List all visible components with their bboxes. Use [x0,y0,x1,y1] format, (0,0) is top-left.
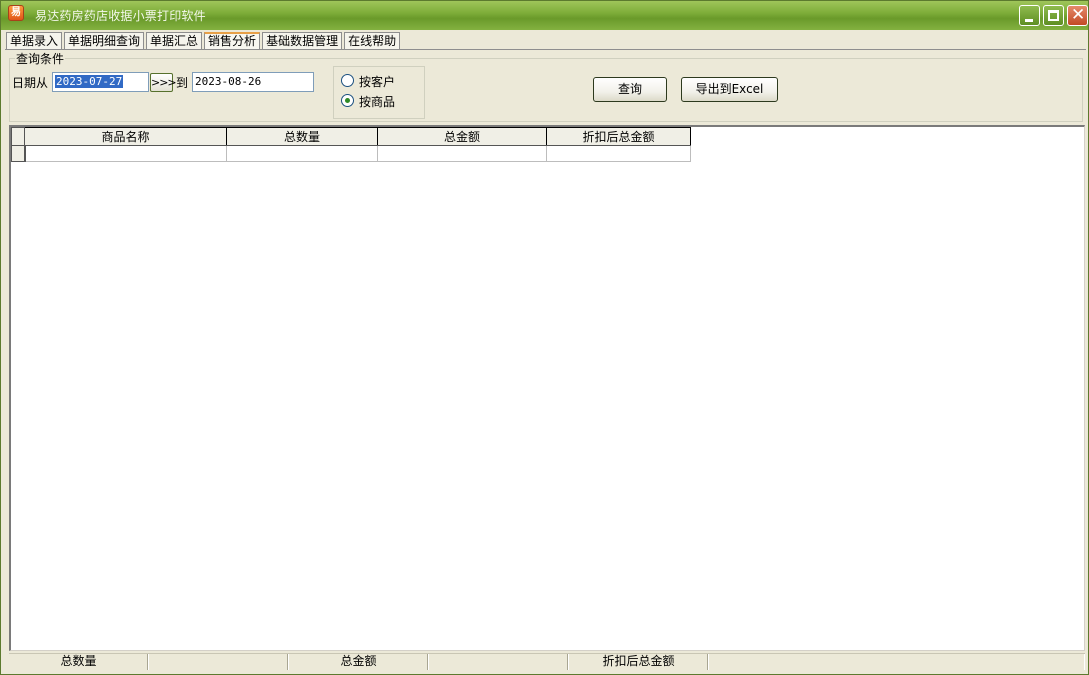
radio-by-product-label: 按商品 [359,95,396,109]
footer-total-quantity-value [149,654,289,670]
cell-total-quantity[interactable] [226,145,378,162]
maximize-button[interactable] [1043,5,1064,26]
tab-sales-analysis[interactable]: 销售分析 [204,32,261,49]
results-grid[interactable]: 商品名称 总数量 总金额 折扣后总金额 [11,127,691,162]
app-icon: 易 [8,5,24,21]
title-bar[interactable]: 易 易达药房药店收据小票打印软件 ✕ [1,1,1088,30]
table-row[interactable] [11,145,691,162]
minimize-icon [1025,19,1033,22]
query-conditions-label: 查询条件 [15,50,66,67]
tab-online-help[interactable]: 在线帮助 [344,32,401,49]
date-from-value: 2023-07-27 [55,75,124,88]
tab-document-entry[interactable]: 单据录入 [6,32,63,49]
date-to-label: 到 [176,76,189,90]
cell-total-amount[interactable] [377,145,547,162]
tab-document-detail-query[interactable]: 单据明细查询 [64,32,145,49]
results-grid-area[interactable] [9,125,1085,651]
query-button[interactable]: 查询 [593,77,667,102]
date-from-field[interactable]: 2023-07-27 [52,72,149,92]
tab-document-summary[interactable]: 单据汇总 [146,32,203,49]
radio-checked-icon [341,94,354,107]
column-header-discounted-total[interactable]: 折扣后总金额 [546,127,691,146]
date-from-label: 日期从 [12,76,49,90]
footer-total-amount-label: 总金额 [289,654,429,670]
main-window: 易 易达药房药店收据小票打印软件 ✕ 单据录入 单据明细查询 单据汇总 销售分析… [0,0,1089,675]
row-indicator[interactable] [11,145,26,162]
tab-body-border [5,49,1086,50]
footer-remaining [709,654,1085,670]
footer-discounted-total-label: 折扣后总金额 [569,654,709,670]
summary-footer: 总数量 总金额 折扣后总金额 [9,653,1085,670]
footer-total-amount-value [429,654,569,670]
tab-strip: 单据录入 单据明细查询 单据汇总 销售分析 基础数据管理 在线帮助 [6,32,402,50]
maximize-icon [1048,10,1059,21]
date-picker-button[interactable]: >>> [150,73,177,92]
column-header-total-amount[interactable]: 总金额 [377,127,547,146]
grid-corner-cell[interactable] [11,127,25,146]
radio-unchecked-icon [341,74,354,87]
close-icon: ✕ [1071,5,1086,25]
minimize-button[interactable] [1019,5,1040,26]
radio-by-customer-label: 按客户 [359,75,396,89]
footer-total-quantity-label: 总数量 [9,654,149,670]
close-button[interactable]: ✕ [1067,5,1088,26]
cell-product-name[interactable] [24,145,227,162]
column-header-total-quantity[interactable]: 总数量 [226,127,378,146]
column-header-product-name[interactable]: 商品名称 [24,127,227,146]
export-excel-button[interactable]: 导出到Excel [681,77,778,102]
tab-basic-data-management[interactable]: 基础数据管理 [262,32,343,49]
window-title: 易达药房药店收据小票打印软件 [35,9,206,23]
grid-header-row: 商品名称 总数量 总金额 折扣后总金额 [11,127,691,146]
date-to-field[interactable]: 2023-08-26 [192,72,314,92]
cell-discounted-total[interactable] [546,145,691,162]
